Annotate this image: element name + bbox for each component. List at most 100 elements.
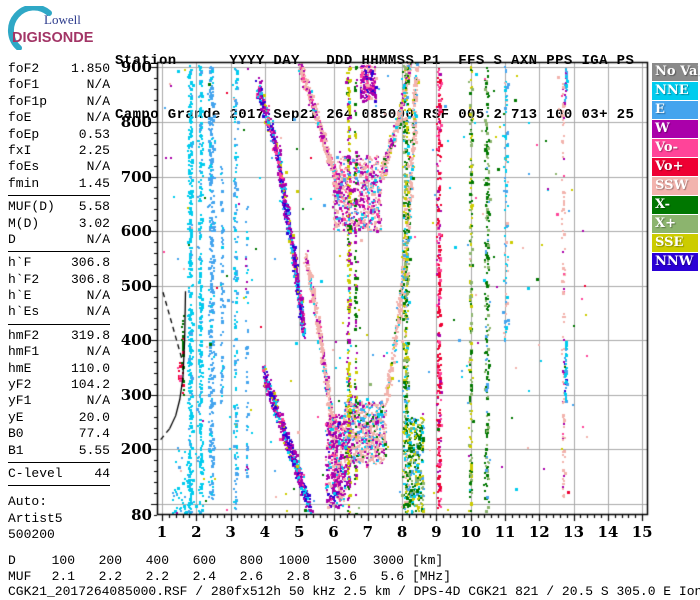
footer-row-label: MUF [8,568,32,584]
footer-unit: [km] [412,553,444,568]
x-tick-label: 2 [191,523,202,541]
param-label: h`F [8,255,32,271]
param-value: N/A [86,288,110,304]
ionogram-viewer-window: Lowell DIGISONDE Station YYYY DAY DDD HH… [0,0,700,600]
param-label: foEs [8,159,40,175]
param-row: foEs N/A [8,159,110,175]
legend-item-x+: X+ [652,215,698,233]
param-row: foF2 1.850 [8,61,110,77]
y-tick-label: 300 [120,385,152,404]
footer-value: 600 [192,553,216,568]
x-tick-label: 10 [460,523,482,541]
x-tick-label: 12 [528,523,550,541]
param-label: yE [8,409,24,425]
footer-value: 200 [98,553,122,568]
param-label: foEp [8,126,40,142]
param-value: 3.02 [78,215,110,231]
param-value: 2.25 [78,142,110,158]
legend-item-sse: SSE [652,234,698,252]
legend-label: No Val [655,64,700,79]
param-label: M(D) [8,215,40,231]
lowell-digisonde-logo: Lowell DIGISONDE [6,4,116,51]
legend-label: Vo- [655,140,678,155]
param-value: 110.0 [70,360,110,376]
param-value: N/A [86,159,110,175]
x-tick-label: 1 [156,523,168,541]
legend-label: E [655,102,665,117]
param-row: foE N/A [8,110,110,126]
y-tick-label: 200 [120,440,152,459]
param-label: yF1 [8,393,32,409]
param-row: h`F 306.8 [8,255,110,271]
y-tick-label: 80 [131,506,152,524]
muf-row: MUF 2.1 2.2 2.2 2.4 2.6 2.8 3.6 5.6 [MHz] [8,569,700,585]
logo-arc-icon: Lowell DIGISONDE [7,4,94,51]
autoscaling-info: Auto: Artist5 500200 [8,494,110,543]
param-label: foF2 [8,61,40,76]
logo-digisonde-text: DIGISONDE [12,30,94,46]
param-label: foF1 [8,77,40,93]
param-row: MUF(D) 5.58 [8,199,110,215]
legend-item-x-: X- [652,196,698,214]
x-tick-label: 14 [597,523,619,541]
param-label: B1 [8,442,24,458]
legend-label: X+ [655,216,676,231]
direction-color-legend: No Val NNE E W Vo- Vo+ SSW X- X+ SSE NNW [652,63,700,272]
param-row: foF1 N/A [8,77,110,93]
param-label: foF1p [8,93,48,109]
x-tick-label: 4 [259,523,271,541]
param-row: D N/A [8,232,110,248]
logo-lowell-text: Lowell [44,12,81,27]
param-group: foF2 1.850 foF1 N/A foF1p N/A foE N/A foEp 0.53 fx… [8,61,110,197]
y-tick-label: 700 [120,167,152,186]
footer-value: 1500 [325,553,357,568]
param-row: foEp 0.53 [8,127,110,143]
x-tick-label: 13 [563,523,585,541]
x-tick-label: 11 [494,523,516,541]
param-value: N/A [86,393,110,409]
legend-label: X- [655,197,671,212]
x-tick-label: 7 [362,523,374,541]
footer-value: 1000 [278,553,310,568]
param-label: C-level [8,465,63,481]
param-row: hmF2 319.8 [8,328,110,344]
legend-item-nnw: NNW [652,253,698,271]
footer-value: 2.8 [286,568,310,584]
param-value: N/A [86,231,110,247]
param-row: foF1p N/A [8,94,110,110]
footer-value: 3000 [372,553,404,568]
param-label: hmF1 [8,344,40,360]
param-value: 5.55 [78,442,110,458]
legend-item-ssw: SSW [652,177,698,195]
footer-value: 2.6 [239,568,263,584]
param-label: D [8,231,16,247]
legend-item-noval: No Val [652,63,700,81]
footer-value: 100 [51,553,75,568]
param-group: h`F 306.8 h`F2 306.8 h`E N/A h`Es N/A [8,255,110,325]
param-label: fxI [8,142,32,158]
param-row: B0 77.4 [8,426,110,442]
param-value: N/A [86,93,110,109]
param-row: hmF1 N/A [8,344,110,360]
param-row: fmin 1.45 [8,176,110,192]
x-tick-label: 3 [225,523,236,541]
param-group: C-level 44 [8,465,110,487]
param-label: foE [8,110,32,126]
y-tick-label: 800 [120,112,152,131]
param-value: N/A [86,304,110,320]
param-label: h`E [8,288,32,304]
param-value: 306.8 [70,255,110,271]
legend-label: SSW [655,178,689,193]
param-row: h`F2 306.8 [8,272,110,288]
footer-value: 400 [145,553,169,568]
param-value: 44 [94,465,110,481]
y-tick-label: 400 [120,331,152,350]
legend-label: NNW [655,254,694,269]
footer-value: 5.6 [380,568,404,584]
legend-item-vo+: Vo+ [652,158,698,176]
param-row: yF2 104.2 [8,377,110,393]
param-value: 5.58 [78,199,110,215]
footer-value: 2.4 [192,568,216,584]
param-row: h`Es N/A [8,304,110,320]
param-label: MUF(D) [8,199,55,215]
